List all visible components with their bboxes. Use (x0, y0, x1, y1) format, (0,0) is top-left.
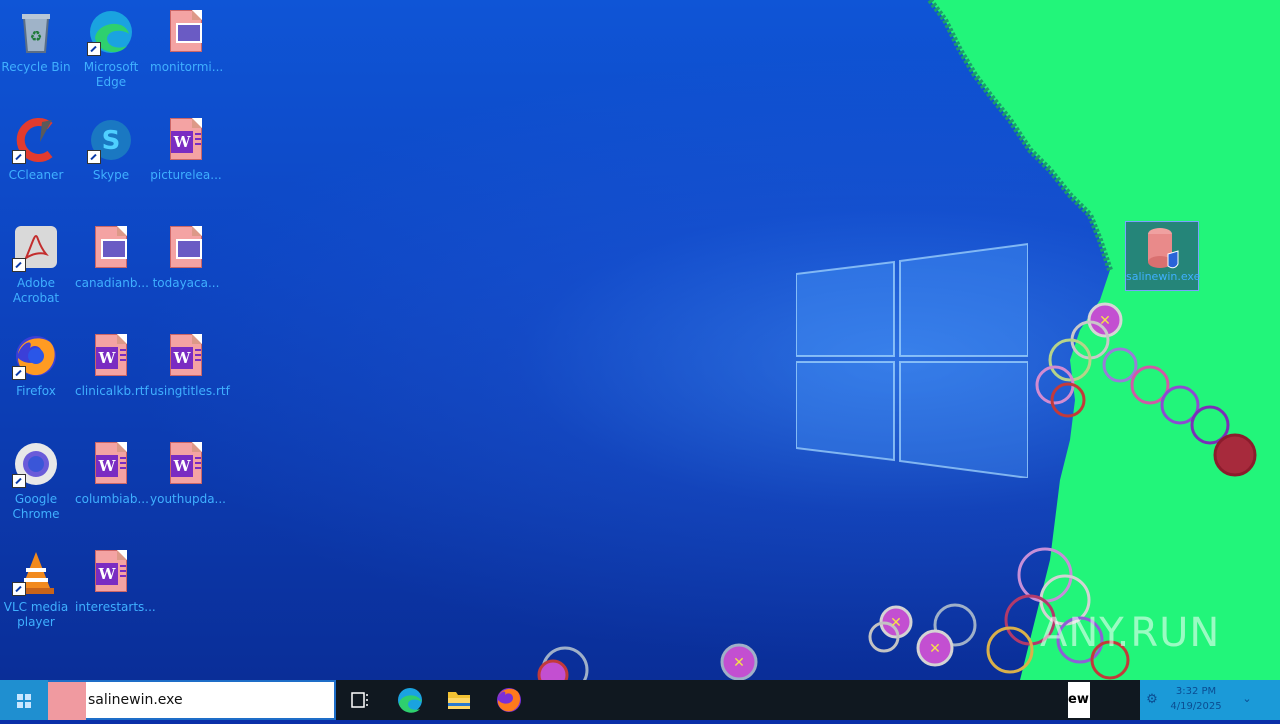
folder-icon (448, 692, 470, 709)
task-view-icon (351, 692, 368, 708)
taskbar-file-explorer-button[interactable] (435, 680, 483, 720)
taskbar-clock[interactable]: 3:32 PM 4/19/2025 (1165, 684, 1227, 714)
edge-icon (398, 688, 422, 713)
taskbar: salinewin.exe ewi ⚙ 3:32 PM 4/19/2025 (0, 680, 1280, 720)
desktop[interactable]: ♻ Recycle Bin Microsoft Edge monitormi..… (0, 0, 1280, 680)
running-app-button[interactable]: ewi (1068, 682, 1090, 718)
taskbar-firefox-button[interactable] (485, 680, 533, 720)
start-button[interactable] (0, 680, 48, 720)
taskbar-edge-button[interactable] (386, 680, 434, 720)
anyrun-watermark: ANY.RUN (1040, 610, 1221, 656)
taskbar-search-box[interactable]: salinewin.exe (48, 680, 336, 720)
search-input-value: salinewin.exe (88, 692, 183, 708)
svg-text:✕: ✕ (1099, 313, 1111, 329)
svg-text:✕: ✕ (929, 641, 941, 657)
error-bubble-cluster: ✕ ✕ ✕ ✕ (537, 302, 1257, 680)
svg-text:✕: ✕ (890, 615, 902, 631)
chevron-down-icon[interactable]: ⌄ (1240, 692, 1254, 706)
windows-start-icon (17, 694, 31, 708)
clock-time: 3:32 PM (1175, 686, 1217, 697)
task-view-button[interactable] (336, 680, 384, 720)
firefox-icon (497, 688, 521, 712)
network-icon[interactable]: ⚙ (1144, 692, 1160, 708)
svg-text:✕: ✕ (733, 655, 745, 671)
clock-date: 4/19/2025 (1170, 701, 1222, 712)
search-icon (48, 682, 86, 720)
